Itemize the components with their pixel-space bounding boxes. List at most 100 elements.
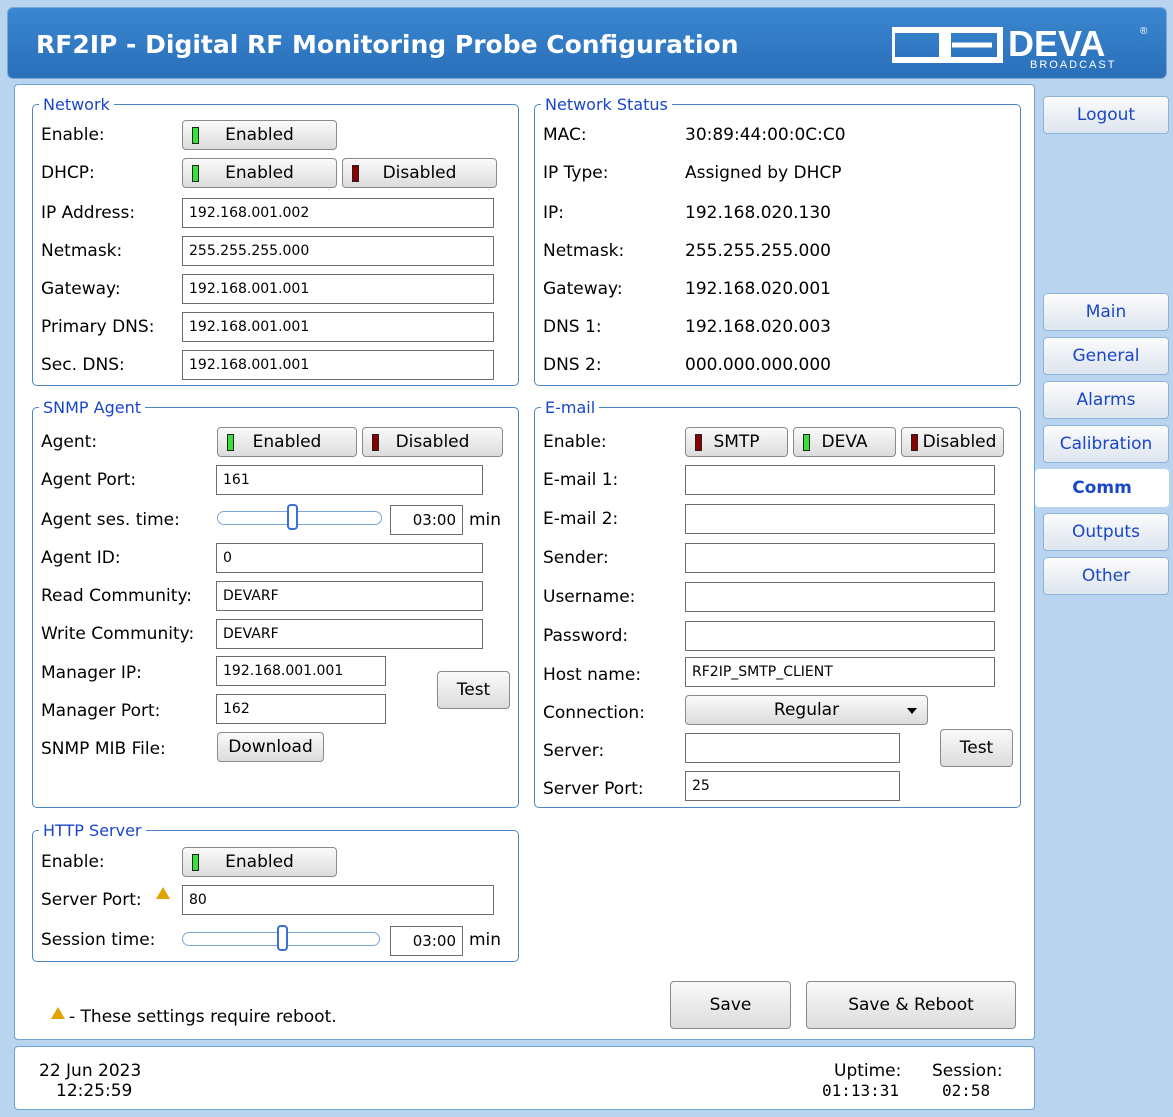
mib-download-button[interactable]: Download (217, 732, 324, 762)
status-ip-label: IP: (543, 203, 564, 223)
dhcp-label: DHCP: (41, 163, 95, 183)
network-enable-button[interactable]: Enabled (182, 120, 337, 150)
ip-address-input[interactable] (182, 198, 494, 228)
agent-disabled-button[interactable]: Disabled (362, 427, 503, 457)
svg-text:®: ® (1140, 26, 1148, 37)
write-community-label: Write Community: (41, 624, 195, 644)
agent-id-label: Agent ID: (41, 548, 121, 568)
status-dns1-label: DNS 1: (543, 317, 602, 337)
netmask-label: Netmask: (41, 241, 123, 261)
agent-id-input[interactable] (216, 543, 483, 573)
agent-ses-time-value: 03:00 (390, 505, 463, 535)
status-iptype-label: IP Type: (543, 163, 609, 183)
agent-port-label: Agent Port: (41, 470, 137, 490)
session-value: 02:58 (942, 1081, 991, 1100)
gateway-label: Gateway: (41, 279, 121, 299)
agent-ses-time-label: Agent ses. time: (41, 510, 180, 530)
username-label: Username: (543, 587, 636, 607)
network-status-legend: Network Status (545, 95, 668, 114)
nav-comm[interactable]: Comm (1035, 469, 1169, 507)
email-legend: E-mail (545, 398, 596, 417)
password-input[interactable] (685, 621, 995, 651)
status-netmask-label: Netmask: (543, 241, 625, 261)
logout-button[interactable]: Logout (1043, 96, 1169, 134)
status-netmask-value: 255.255.255.000 (685, 241, 832, 261)
status-gateway-label: Gateway: (543, 279, 623, 299)
agent-port-input[interactable] (216, 465, 483, 495)
snmp-test-button[interactable]: Test (437, 671, 510, 709)
manager-port-input[interactable] (216, 694, 386, 724)
logo-text: DEVA (1008, 23, 1105, 64)
footer-date: 22 Jun 2023 (39, 1061, 142, 1081)
email-disabled-button[interactable]: Disabled (901, 427, 1004, 457)
status-ip-value: 192.168.020.130 (685, 203, 832, 223)
status-iptype-value: Assigned by DHCP (685, 163, 842, 183)
slider-handle[interactable] (287, 504, 298, 530)
email1-input[interactable] (685, 465, 995, 495)
http-enable-label: Enable: (41, 852, 105, 872)
session-time-label: Session time: (41, 930, 156, 950)
nav-main[interactable]: Main (1043, 293, 1169, 331)
http-enable-button[interactable]: Enabled (182, 847, 337, 877)
agent-enabled-button[interactable]: Enabled (217, 427, 357, 457)
email2-input[interactable] (685, 504, 995, 534)
smtp-button[interactable]: SMTP (685, 427, 788, 457)
session-time-slider[interactable] (182, 925, 380, 951)
manager-ip-input[interactable] (216, 656, 386, 686)
write-community-input[interactable] (216, 619, 483, 649)
sender-input[interactable] (685, 543, 995, 573)
email-test-button[interactable]: Test (940, 729, 1013, 767)
agent-label: Agent: (41, 432, 98, 452)
logo-subtext: BROADCAST (1030, 59, 1116, 71)
status-dns2-value: 000.000.000.000 (685, 355, 832, 375)
save-reboot-button[interactable]: Save & Reboot (806, 981, 1016, 1029)
warning-icon (156, 887, 170, 899)
connection-select[interactable]: Regular (685, 695, 928, 725)
agent-ses-unit: min (469, 510, 502, 530)
server-port-input[interactable] (685, 771, 900, 801)
dhcp-enabled-button[interactable]: Enabled (182, 158, 337, 188)
nav-outputs[interactable]: Outputs (1043, 513, 1169, 551)
network-enable-label: Enable: (41, 125, 105, 145)
server-input[interactable] (685, 733, 900, 763)
warning-icon (51, 1007, 65, 1019)
sec-dns-input[interactable] (182, 350, 494, 380)
username-input[interactable] (685, 582, 995, 612)
password-label: Password: (543, 626, 629, 646)
email2-label: E-mail 2: (543, 509, 619, 529)
status-dns1-value: 192.168.020.003 (685, 317, 832, 337)
snmp-legend: SNMP Agent (43, 398, 142, 417)
http-port-label: Server Port: (41, 890, 142, 910)
nav-other[interactable]: Other (1043, 557, 1169, 595)
dhcp-disabled-button[interactable]: Disabled (342, 158, 497, 188)
session-time-unit: min (469, 930, 502, 950)
server-label: Server: (543, 741, 605, 761)
save-button[interactable]: Save (670, 981, 791, 1029)
slider-handle[interactable] (277, 925, 288, 951)
nav-calibration[interactable]: Calibration (1043, 425, 1169, 463)
gateway-input[interactable] (182, 274, 494, 304)
agent-ses-time-slider[interactable] (217, 504, 382, 530)
email1-label: E-mail 1: (543, 470, 619, 490)
primary-dns-label: Primary DNS: (41, 317, 155, 337)
reboot-note: - These settings require reboot. (69, 1007, 337, 1027)
primary-dns-input[interactable] (182, 312, 494, 342)
status-dns2-label: DNS 2: (543, 355, 602, 375)
sender-label: Sender: (543, 548, 609, 568)
nav-alarms[interactable]: Alarms (1043, 381, 1169, 419)
uptime-value: 01:13:31 (822, 1081, 900, 1100)
server-port-label: Server Port: (543, 779, 644, 799)
connection-label: Connection: (543, 703, 645, 723)
footer-time: 12:25:59 (56, 1081, 133, 1101)
uptime-label: Uptime: (834, 1061, 902, 1081)
deva-logo: DEVA ® BROADCAST (892, 23, 1148, 71)
read-community-input[interactable] (216, 581, 483, 611)
nav-general[interactable]: General (1043, 337, 1169, 375)
status-gateway-value: 192.168.020.001 (685, 279, 832, 299)
status-mac-label: MAC: (543, 125, 587, 145)
http-port-input[interactable] (182, 885, 494, 915)
host-name-input[interactable] (685, 657, 995, 687)
netmask-input[interactable] (182, 236, 494, 266)
manager-port-label: Manager Port: (41, 701, 161, 721)
deva-button[interactable]: DEVA (793, 427, 896, 457)
